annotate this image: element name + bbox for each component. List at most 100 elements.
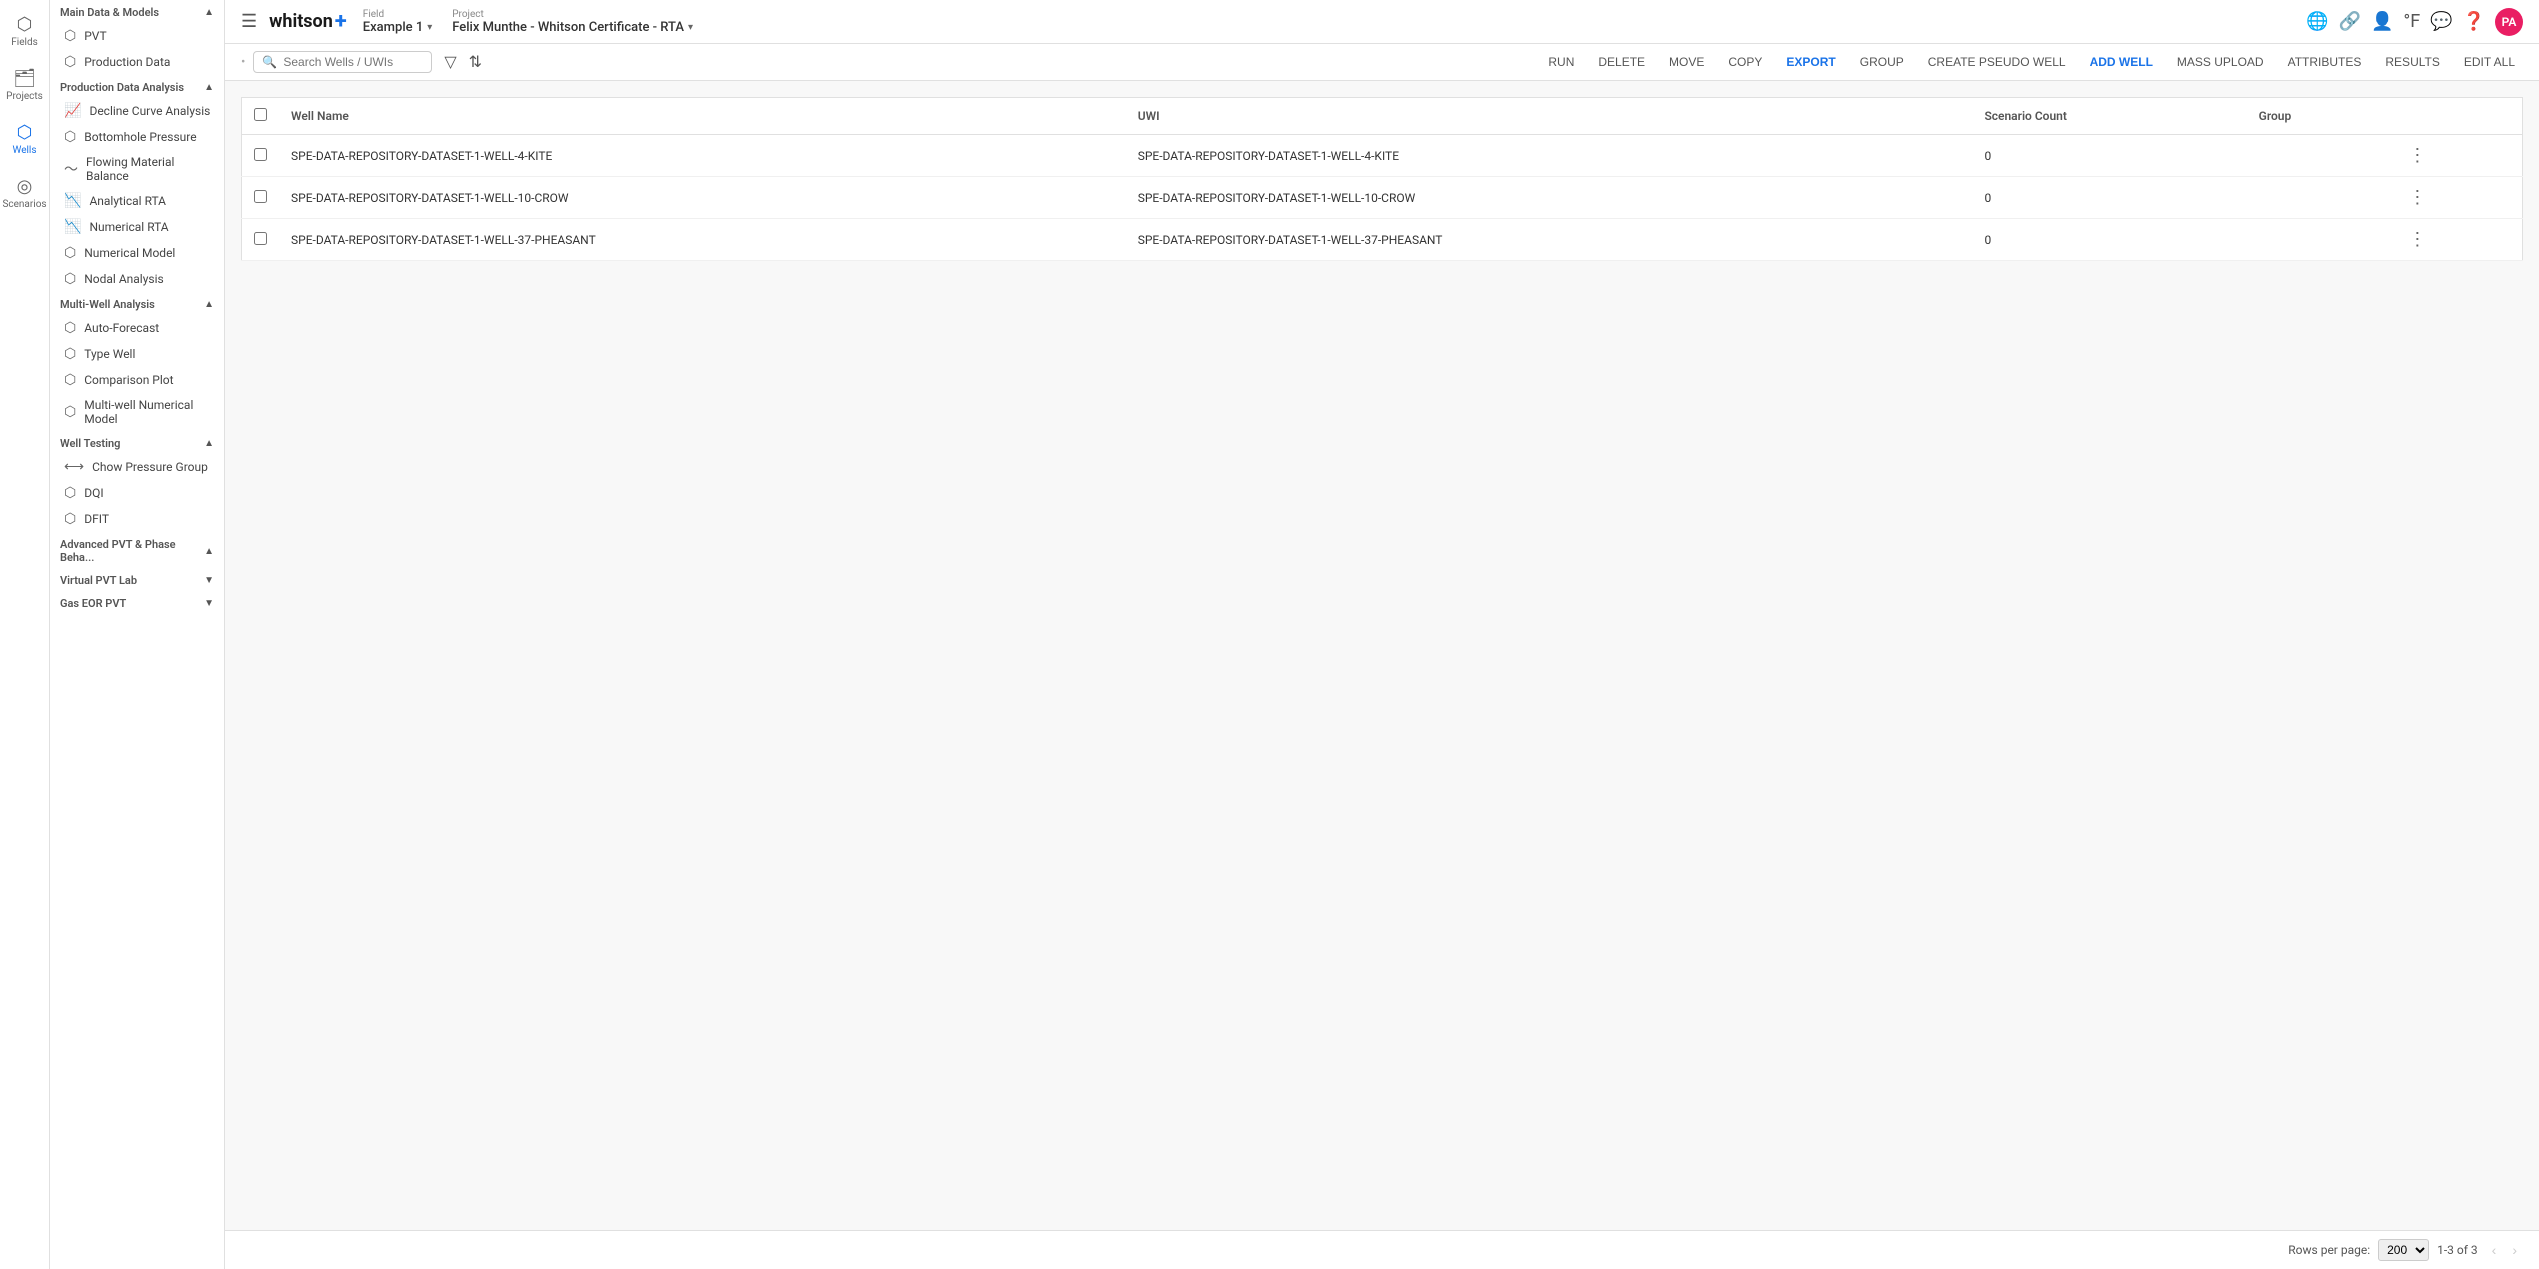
link-icon[interactable]: 🔗 <box>2339 11 2361 32</box>
table-row: SPE-DATA-REPOSITORY-DATASET-1-WELL-37-PH… <box>242 219 2523 261</box>
chat-icon[interactable]: 💬 <box>2430 11 2452 32</box>
col-scenario-count: Scenario Count <box>1972 98 2246 135</box>
move-button[interactable]: MOVE <box>1661 51 1712 73</box>
field-value[interactable]: Example 1 ▾ <box>363 20 432 35</box>
search-input[interactable] <box>283 55 423 69</box>
delete-button[interactable]: DELETE <box>1590 51 1653 73</box>
project-selector[interactable]: Project Felix Munthe - Whitson Certifica… <box>452 9 693 35</box>
next-page-button[interactable]: › <box>2506 1240 2523 1260</box>
sidebar-item-multi-well-numerical-model[interactable]: ⬡ Multi-well Numerical Model <box>50 393 224 431</box>
row-0-checkbox-cell[interactable] <box>242 135 280 177</box>
sidebar-item-auto-forecast[interactable]: ⬡ Auto-Forecast <box>50 315 224 341</box>
sidebar-item-pvt[interactable]: ⬡ PVT <box>50 23 224 49</box>
row-2-more-button[interactable]: ⋮ <box>2404 229 2430 250</box>
create-pseudo-well-button[interactable]: CREATE PSEUDO WELL <box>1920 51 2074 73</box>
section-well-testing-header[interactable]: Well Testing ▲ <box>50 431 224 454</box>
temperature-icon[interactable]: °F <box>2403 11 2420 32</box>
section-virtual-pvt-lab-toggle: ▼ <box>204 575 214 586</box>
copy-button[interactable]: COPY <box>1720 51 1770 73</box>
sidebar-item-numerical-model[interactable]: ⬡ Numerical Model <box>50 240 224 266</box>
section-gas-eor-pvt: Gas EOR PVT ▼ <box>50 591 224 614</box>
toolbar: • 🔍 ▽ ⇅ RUN DELETE MOVE COPY EXPORT GROU… <box>225 44 2539 81</box>
sidebar-item-type-well-label: Type Well <box>84 347 135 361</box>
export-button[interactable]: EXPORT <box>1778 51 1843 73</box>
select-all-checkbox[interactable] <box>254 108 267 121</box>
filter-icon-button[interactable]: ▽ <box>440 50 460 74</box>
row-1-checkbox[interactable] <box>254 190 267 203</box>
section-gas-eor-pvt-header[interactable]: Gas EOR PVT ▼ <box>50 591 224 614</box>
edit-all-button[interactable]: EDIT ALL <box>2456 51 2523 73</box>
nav-fields[interactable]: ⬡ Fields <box>0 4 49 58</box>
col-actions <box>2392 98 2522 135</box>
section-main-data-models-label: Main Data & Models <box>60 6 159 19</box>
nav-wells[interactable]: ⬡ Wells <box>0 112 49 166</box>
sidebar-item-flowing-material-balance[interactable]: 〜 Flowing Material Balance <box>50 150 224 188</box>
nav-wells-label: Wells <box>12 145 36 156</box>
select-all-header[interactable] <box>242 98 280 135</box>
row-0-well-name: SPE-DATA-REPOSITORY-DATASET-1-WELL-4-KIT… <box>279 135 1126 177</box>
prev-page-button[interactable]: ‹ <box>2486 1240 2503 1260</box>
row-1-more[interactable]: ⋮ <box>2392 177 2522 219</box>
row-0-checkbox[interactable] <box>254 148 267 161</box>
results-button[interactable]: RESULTS <box>2377 51 2447 73</box>
section-production-data-analysis-toggle: ▲ <box>204 82 214 93</box>
help-icon[interactable]: ❓ <box>2463 11 2485 32</box>
sidebar-item-dfit[interactable]: ⬡ DFIT <box>50 506 224 532</box>
nav-fields-label: Fields <box>11 37 38 48</box>
section-multi-well-analysis-header[interactable]: Multi-Well Analysis ▲ <box>50 292 224 315</box>
nav-projects[interactable]: 🗂 Projects <box>0 58 49 112</box>
sort-icon-button[interactable]: ⇅ <box>465 50 486 74</box>
row-2-checkbox-cell[interactable] <box>242 219 280 261</box>
numerical-rta-icon: 📉 <box>64 219 81 235</box>
sidebar-item-chow-pressure-group[interactable]: ⟷ Chow Pressure Group <box>50 454 224 480</box>
row-2-more[interactable]: ⋮ <box>2392 219 2522 261</box>
section-main-data-models-header[interactable]: Main Data & Models ▲ <box>50 0 224 23</box>
sidebar-item-dqi[interactable]: ⬡ DQI <box>50 480 224 506</box>
section-production-data-analysis-header[interactable]: Production Data Analysis ▲ <box>50 75 224 98</box>
row-0-scenario-count: 0 <box>1972 135 2246 177</box>
sidebar-item-numerical-rta[interactable]: 📉 Numerical RTA <box>50 214 224 240</box>
menu-icon[interactable]: ☰ <box>241 11 257 32</box>
group-button[interactable]: GROUP <box>1852 51 1912 73</box>
sidebar-item-production-data[interactable]: ⬡ Production Data <box>50 49 224 75</box>
section-gas-eor-pvt-toggle: ▼ <box>204 598 214 609</box>
row-1-checkbox-cell[interactable] <box>242 177 280 219</box>
section-advanced-pvt-header[interactable]: Advanced PVT & Phase Beha... ▲ <box>50 532 224 568</box>
sidebar-item-nodal-analysis-label: Nodal Analysis <box>84 272 163 286</box>
sidebar-item-multi-well-numerical-model-label: Multi-well Numerical Model <box>84 398 214 426</box>
avatar[interactable]: PA <box>2495 8 2523 36</box>
nav-scenarios[interactable]: ◎ Scenarios <box>0 166 49 220</box>
globe-icon[interactable]: 🌐 <box>2306 11 2328 32</box>
row-1-more-button[interactable]: ⋮ <box>2404 187 2430 208</box>
rows-per-page-select[interactable]: 200 50 100 <box>2378 1239 2429 1261</box>
section-advanced-pvt-toggle: ▲ <box>204 546 214 557</box>
sidebar-item-nodal-analysis[interactable]: ⬡ Nodal Analysis <box>50 266 224 292</box>
analytical-rta-icon: 📉 <box>64 193 81 209</box>
rows-per-page-label: Rows per page: <box>2288 1243 2370 1257</box>
sidebar-item-chow-pressure-group-label: Chow Pressure Group <box>92 460 208 474</box>
sidebar-item-comparison-plot[interactable]: ⬡ Comparison Plot <box>50 367 224 393</box>
section-virtual-pvt-lab-header[interactable]: Virtual PVT Lab ▼ <box>50 568 224 591</box>
pagination-nav: ‹ › <box>2486 1240 2523 1260</box>
sidebar-item-analytical-rta[interactable]: 📉 Analytical RTA <box>50 188 224 214</box>
row-2-checkbox[interactable] <box>254 232 267 245</box>
run-button[interactable]: RUN <box>1540 51 1582 73</box>
dfit-icon: ⬡ <box>64 511 76 527</box>
user-icon[interactable]: 👤 <box>2371 11 2393 32</box>
field-selector[interactable]: Field Example 1 ▾ <box>363 9 432 35</box>
project-value[interactable]: Felix Munthe - Whitson Certificate - RTA… <box>452 20 693 35</box>
row-0-more-button[interactable]: ⋮ <box>2404 145 2430 166</box>
flowing-material-balance-icon: 〜 <box>64 159 78 179</box>
decline-curve-icon: 📈 <box>64 103 81 119</box>
col-well-name: Well Name <box>279 98 1126 135</box>
row-0-more[interactable]: ⋮ <box>2392 135 2522 177</box>
search-box[interactable]: 🔍 <box>253 51 432 73</box>
attributes-button[interactable]: ATTRIBUTES <box>2280 51 2370 73</box>
sidebar-item-decline-curve-analysis[interactable]: 📈 Decline Curve Analysis <box>50 98 224 124</box>
mass-upload-button[interactable]: MASS UPLOAD <box>2169 51 2272 73</box>
add-well-button[interactable]: ADD WELL <box>2082 51 2161 73</box>
sidebar-item-type-well[interactable]: ⬡ Type Well <box>50 341 224 367</box>
row-0-group <box>2247 135 2393 177</box>
section-well-testing-toggle: ▲ <box>204 438 214 449</box>
sidebar-item-bottomhole-pressure[interactable]: ⬡ Bottomhole Pressure <box>50 124 224 150</box>
